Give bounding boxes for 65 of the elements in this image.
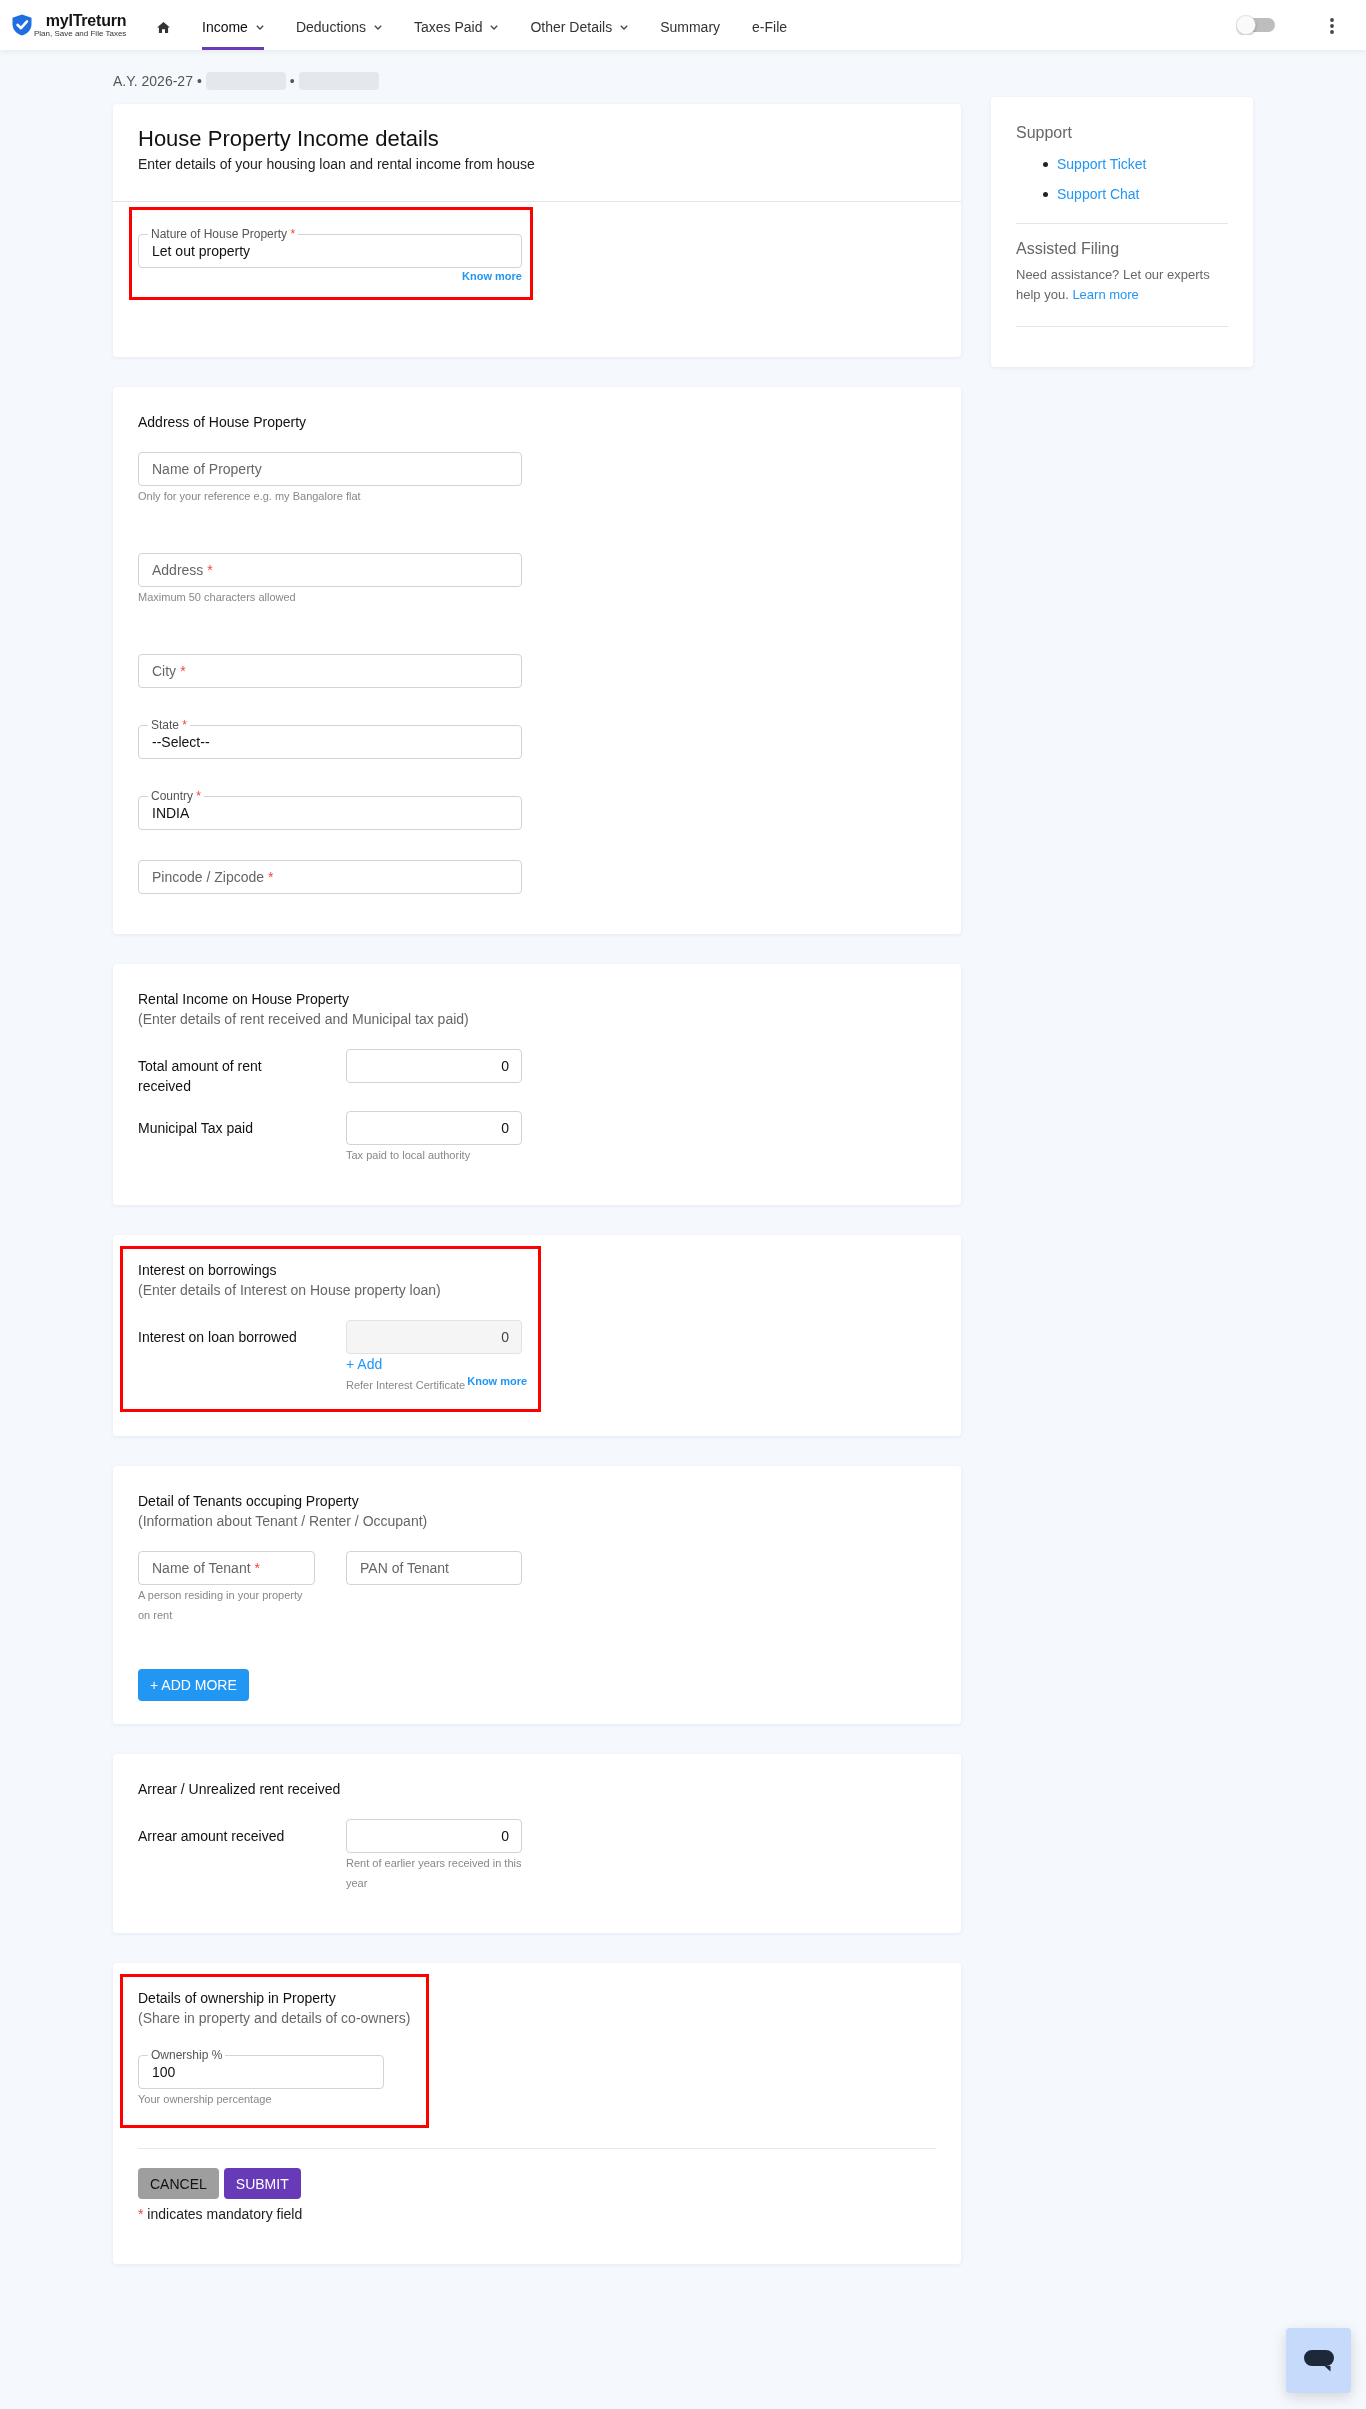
assistance-text: Need assistance? Let our experts help you. Learn more: [1016, 266, 1211, 304]
toggle-switch[interactable]: [1236, 15, 1276, 35]
text-field[interactable]: Country * INDIA: [138, 789, 522, 830]
nav-tab[interactable]: Other Details: [514, 0, 645, 50]
amount-input[interactable]: 0: [346, 1111, 522, 1145]
text-field[interactable]: Pincode / Zipcode *: [138, 860, 522, 894]
helper-text: Refer Interest Certificate: [346, 1378, 466, 1393]
page-subtitle: Enter details of your housing loan and rental income from house: [138, 155, 536, 174]
text-field[interactable]: Name of Tenant *: [138, 1551, 315, 1585]
section-title: Address of House Property: [138, 413, 308, 432]
mandatory-note: * indicates mandatory field: [138, 2205, 304, 2224]
field-label: Arrear amount received: [138, 1827, 286, 1846]
section-title: Rental Income on House Property: [138, 990, 350, 1009]
text-field[interactable]: Address *: [138, 553, 522, 587]
amount-input[interactable]: 0: [346, 1049, 522, 1083]
chat-bubble-icon: [1303, 2349, 1334, 2372]
breadcrumb-separator: •: [289, 73, 295, 89]
bullet-icon: [1043, 161, 1048, 167]
cancel-button[interactable]: CANCEL: [138, 2168, 219, 2199]
section-subtitle: (Information about Tenant / Renter / Occupant): [138, 1512, 429, 1531]
section-title: Detail of Tenants occuping Property: [138, 1492, 360, 1511]
nav-tab[interactable]: Deductions: [279, 0, 398, 50]
section-subtitle: (Enter details of rent received and Municipal tax paid): [138, 1010, 470, 1029]
section-title: Arrear / Unrealized rent received: [138, 1780, 342, 1799]
field-label: Total amount of rent received: [138, 1057, 263, 1096]
amount-input[interactable]: 0: [346, 1320, 522, 1354]
section-title: Interest on borrowings: [138, 1261, 278, 1280]
helper-text: Maximum 50 characters allowed: [138, 590, 297, 605]
breadcrumb-separator: •: [196, 73, 202, 89]
logo-text: myITreturn: [45, 12, 127, 29]
amount-input[interactable]: 0: [346, 1819, 522, 1853]
submit-button[interactable]: SUBMIT: [223, 2168, 301, 2199]
helper-text: Only for your reference e.g. my Bangalore flat: [138, 489, 362, 504]
logo-tagline: Plan, Save and File Taxes: [34, 28, 127, 38]
section-subtitle: (Enter details of Interest on House property loan): [138, 1281, 442, 1300]
kebab-menu-icon[interactable]: [1330, 18, 1334, 34]
nav-tab[interactable]: e-File: [736, 0, 804, 50]
sidebar-heading: Support: [1016, 123, 1074, 143]
field-label: State *: [150, 718, 189, 732]
text-field[interactable]: Name of Property: [138, 452, 522, 486]
chat-button[interactable]: [1286, 2328, 1351, 2393]
nav-tab[interactable]: Summary: [644, 0, 737, 50]
text-field[interactable]: City *: [138, 654, 522, 688]
bullet-icon: [1043, 191, 1048, 197]
text-field[interactable]: Ownership % 100: [138, 2048, 384, 2089]
section-subtitle: (Share in property and details of co-owners): [138, 2009, 411, 2028]
helper-text: Tax paid to local authority: [346, 1148, 471, 1163]
shield-check-icon: [12, 14, 32, 36]
sidebar-heading: Assisted Filing: [1016, 239, 1121, 259]
field-label: Ownership %: [150, 2048, 224, 2062]
select-field[interactable]: State * --Select--: [138, 718, 522, 759]
field-label: Municipal Tax paid: [138, 1119, 254, 1138]
section-title: Details of ownership in Property: [138, 1989, 337, 2008]
text-field[interactable]: PAN of Tenant: [346, 1551, 522, 1585]
field-label: Interest on loan borrowed: [138, 1328, 298, 1347]
nav-tab[interactable]: Taxes Paid: [397, 0, 515, 50]
field-label: Nature of House Property *: [150, 227, 297, 241]
helper-text: Your ownership percentage: [138, 2092, 273, 2107]
field-label: Country *: [150, 789, 203, 803]
select-field[interactable]: Nature of House Property * Let out property: [138, 227, 522, 268]
home-icon: [157, 21, 170, 33]
page-title: House Property Income details: [138, 125, 440, 153]
assessment-year: A.Y. 2026-27: [113, 73, 193, 89]
helper-text: A person residing in your property on rent: [138, 1588, 304, 1623]
helper-text: Rent of earlier years received in this year: [346, 1856, 523, 1891]
